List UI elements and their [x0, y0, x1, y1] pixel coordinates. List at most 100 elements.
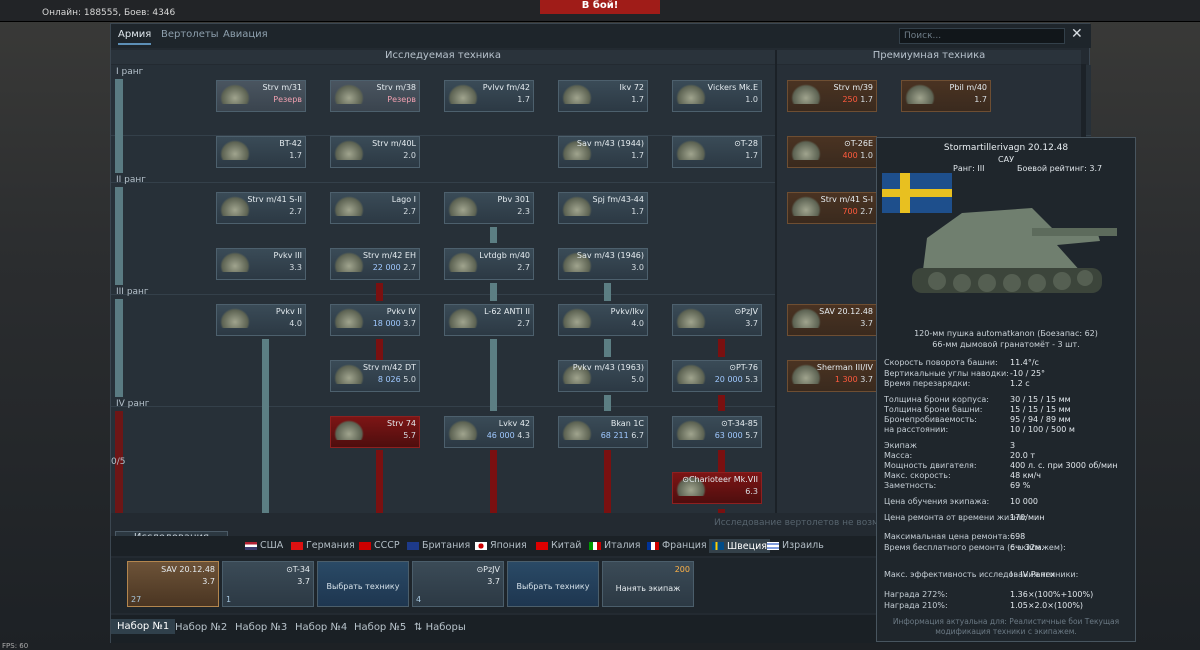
vehicle-name: Strv m/31 [262, 83, 302, 92]
vehicle-card[interactable]: ⊙T-28 1.7 [672, 136, 762, 168]
tank-icon [334, 252, 364, 272]
nation-germany[interactable]: Германия [291, 540, 355, 551]
stat-label: Награда 210%: [884, 601, 948, 610]
stat-label: Масса: [884, 451, 913, 460]
premium-vehicle-card[interactable]: Strv m/39 250 1.7 [787, 80, 877, 112]
preset-2[interactable]: Набор №2 [175, 622, 227, 633]
vehicle-name: Lvkv 42 [498, 419, 530, 428]
vehicle-card[interactable]: Strv m/42 EH 22 000 2.7 [330, 248, 420, 280]
vehicle-card[interactable]: Sav m/43 (1946) 3.0 [558, 248, 648, 280]
vehicle-card[interactable]: Pvkv/Ikv 4.0 [558, 304, 648, 336]
tank-icon [676, 420, 706, 440]
premium-vehicle-card[interactable]: Sherman III/IV 1 300 3.7 [787, 360, 877, 392]
vehicle-card[interactable]: Pvkv m/43 (1963) 5.0 [558, 360, 648, 392]
vehicle-card[interactable]: Ikv 72 1.7 [558, 80, 648, 112]
search-input[interactable]: Поиск... [899, 28, 1065, 44]
vehicle-card[interactable]: Lvkv 42 46 000 4.3 [444, 416, 534, 448]
tab-army[interactable]: Армия [118, 29, 152, 45]
premium-vehicle-card[interactable]: Strv m/41 S-I 700 2.7 [787, 192, 877, 224]
crew-slot-6[interactable]: 200 Нанять экипаж [602, 561, 694, 607]
vehicle-card[interactable]: Strv 74 5.7 [330, 416, 420, 448]
crew-slot-3[interactable]: Выбрать технику [317, 561, 409, 607]
stat-value: 10 000 [1010, 497, 1038, 506]
vehicle-value: 3.0 [631, 263, 644, 272]
germany-flag-icon [291, 541, 303, 550]
nation-france[interactable]: Франция [647, 540, 707, 551]
nation-italy[interactable]: Италия [589, 540, 640, 551]
vehicle-value: 1.7 [517, 95, 530, 104]
vehicle-card[interactable]: Spj fm/43-44 1.7 [558, 192, 648, 224]
vehicle-card[interactable]: ⊙T-34-85 63 000 5.7 [672, 416, 762, 448]
vehicle-card[interactable]: Strv m/31 Резерв [216, 80, 306, 112]
nation-japan[interactable]: Япония [475, 540, 527, 551]
vehicle-card[interactable]: Pvkv III 3.3 [216, 248, 306, 280]
tank-icon [676, 140, 706, 160]
top-bar: Онлайн: 188555, Боев: 4346 В бой! [0, 0, 1200, 22]
crew-slot-2[interactable]: ⊙T-34 3.7 1 [222, 561, 314, 607]
vehicle-card[interactable]: BT-42 1.7 [216, 136, 306, 168]
vehicle-name: Lago I [391, 195, 416, 204]
vehicle-name: Strv m/41 S-I [820, 195, 873, 204]
battle-button[interactable]: В бой! [540, 0, 660, 14]
premium-vehicle-card[interactable]: ⊙T-26E 400 1.0 [787, 136, 877, 168]
nation-usa[interactable]: США [245, 540, 283, 551]
vehicle-card[interactable]: Pvkv IV 18 000 3.7 [330, 304, 420, 336]
rank-3-bar [115, 299, 123, 397]
crew-slot-4[interactable]: ⊙PzJV 3.7 4 [412, 561, 504, 607]
vehicle-card[interactable]: Sav m/43 (1944) 1.7 [558, 136, 648, 168]
vehicle-value: 1.7 [631, 207, 644, 216]
vehicle-name: Strv m/39 [833, 83, 873, 92]
stat-value: 95 / 94 / 89 мм [1010, 415, 1071, 424]
vehicle-card[interactable]: ⊙Charioteer Mk.VII 6.3 [672, 472, 762, 504]
presets-button[interactable]: ⇅ Наборы [414, 622, 466, 633]
online-counter: Онлайн: 188555, Боев: 4346 [42, 8, 176, 18]
premium-vehicle-card[interactable]: SAV 20.12.48 3.7 [787, 304, 877, 336]
preset-4[interactable]: Набор №4 [295, 622, 347, 633]
vehicle-card[interactable]: Pbv 301 2.3 [444, 192, 534, 224]
tank-icon [562, 420, 592, 440]
vehicle-value: 63 000 5.7 [714, 431, 758, 440]
vehicle-card[interactable]: Bkan 1C 68 211 6.7 [558, 416, 648, 448]
premium-vehicle-card[interactable]: Pbil m/40 1.7 [901, 80, 991, 112]
tab-helicopters[interactable]: Вертолеты [161, 29, 219, 40]
vehicle-value: 2.0 [403, 151, 416, 160]
close-icon[interactable]: ✕ [1071, 26, 1083, 42]
preset-1[interactable]: Набор №1 [111, 619, 176, 634]
ussr-flag-icon [359, 541, 371, 550]
vehicle-card[interactable]: ⊙PT-76 20 000 5.3 [672, 360, 762, 392]
nation-sweden[interactable]: Швеция [709, 539, 770, 553]
tab-aviation[interactable]: Авиация [223, 29, 268, 40]
preset-5[interactable]: Набор №5 [354, 622, 406, 633]
nation-china[interactable]: Китай [536, 540, 581, 551]
vehicle-card[interactable]: ⊙PzJV 3.7 [672, 304, 762, 336]
preset-3[interactable]: Набор №3 [235, 622, 287, 633]
vehicle-name: Pvkv m/43 (1963) [572, 363, 644, 372]
vehicle-card[interactable]: Pvlvv fm/42 1.7 [444, 80, 534, 112]
vehicle-card[interactable]: Vickers Mk.E 1.0 [672, 80, 762, 112]
nation-israel[interactable]: Израиль [767, 540, 824, 551]
vehicle-card[interactable]: Pvkv II 4.0 [216, 304, 306, 336]
vehicle-value: 3.7 [860, 319, 873, 328]
stat-label: Максимальная цена ремонта: [884, 532, 1010, 541]
tank-icon [562, 196, 592, 216]
vehicle-card[interactable]: L-62 ANTI II 2.7 [444, 304, 534, 336]
vehicle-card[interactable]: Strv m/40L 2.0 [330, 136, 420, 168]
vehicle-value: 3.7 [745, 319, 758, 328]
vehicle-card[interactable]: Lago I 2.7 [330, 192, 420, 224]
vehicle-card[interactable]: Lvtdgb m/40 2.7 [444, 248, 534, 280]
nation-britain[interactable]: Британия [407, 540, 470, 551]
vehicle-value: 2.7 [517, 263, 530, 272]
vehicle-card[interactable]: Strv m/41 S-II 2.7 [216, 192, 306, 224]
vehicle-card[interactable]: Strv m/38 Резерв [330, 80, 420, 112]
crew-slot-5[interactable]: Выбрать технику [507, 561, 599, 607]
vehicle-value: 4.0 [289, 319, 302, 328]
stat-label: Цена ремонта от времени жизни: [884, 513, 1027, 522]
vehicle-name: Pvlvv fm/42 [482, 83, 530, 92]
tank-icon [562, 308, 592, 328]
vehicle-value: 2.7 [517, 319, 530, 328]
tank-icon [334, 420, 364, 440]
nation-ussr[interactable]: СССР [359, 540, 400, 551]
vehicle-card[interactable]: Strv m/42 DT 8 026 5.0 [330, 360, 420, 392]
crew-slot-1[interactable]: SAV 20.12.48 3.7 27 [127, 561, 219, 607]
vehicle-name: SAV 20.12.48 [819, 307, 873, 316]
